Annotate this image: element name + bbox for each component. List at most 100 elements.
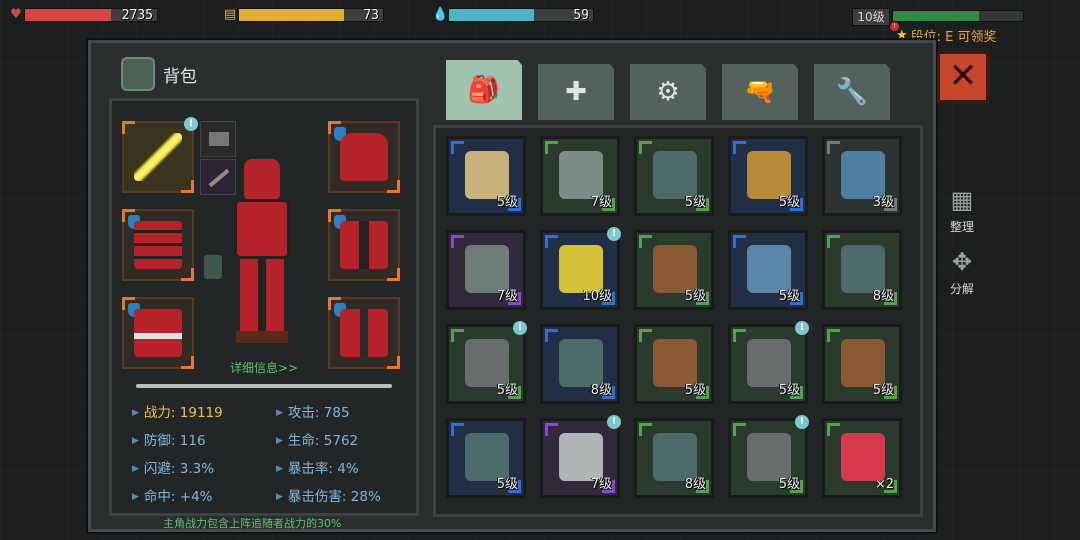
equip-slot-weapon[interactable]: ! [122,117,198,193]
item-level: 3级 [872,195,894,210]
inventory-slot[interactable]: 8级 [822,230,902,310]
stat-attack: 攻击: 785 [276,401,350,421]
new-badge: ! [184,117,198,131]
item-level: 8级 [872,289,894,304]
water-stat: 💧 59 [432,6,594,24]
sort-button[interactable]: ▦ 整理 [946,184,978,235]
sub-slot-pistol[interactable] [200,121,236,157]
tab-tools[interactable]: 🔧 [811,61,893,123]
hp-value: 2735 [121,8,153,23]
stat-crit-damage: 暴击伤害: 28% [276,485,381,505]
item-level: ×2 [874,477,894,492]
item-level: 5级 [496,477,518,492]
gauntlet-icon [134,221,182,269]
disassemble-label: 分解 [949,282,974,296]
food-icon: ▤ [223,7,237,22]
inventory-slot[interactable]: 5级 [728,136,808,216]
equip-slot-legs[interactable] [328,297,400,369]
water-value: 59 [573,8,589,23]
divider [136,384,392,388]
inventory-slot[interactable]: 5级 [446,136,526,216]
food-stat: ▤ 73 [222,6,384,24]
inventory-slot[interactable]: 5级 [728,230,808,310]
item-level: 5级 [872,383,894,398]
stat-hp: 生命: 5762 [276,429,358,449]
inventory-slot[interactable]: 10级! [540,227,621,310]
item-level: 7级 [496,289,518,304]
item-level: 5级 [684,289,706,304]
inventory-grid: 5级 7级 5级 5级 3级 7级 10级! 5级 5级 8级 5级! 8级 5级 5级! 5级 5级 7级! 8… [433,125,923,517]
water-bar: 59 [448,8,594,23]
tab-medical[interactable]: ✚ [535,61,617,123]
new-badge: ! [607,415,621,429]
helmet-icon [340,133,388,181]
inventory-slot[interactable]: 3级 [822,136,902,216]
hero-head [244,159,280,199]
hero-feet [236,331,288,343]
stat-defense: 防御: 116 [132,429,206,449]
inventory-slot[interactable]: 5级 [634,324,714,404]
hero-body [234,199,290,259]
pistol-icon [209,132,229,146]
item-level: 5级 [778,195,800,210]
greaves-icon [340,309,388,357]
new-badge: ! [795,415,809,429]
inventory-slot[interactable]: 7级! [540,415,621,498]
hp-bar: 2735 [24,8,158,23]
item-level: 7级 [590,477,612,492]
gun-icon: 🔫 [743,77,777,107]
medkit-icon: ✚ [565,77,587,107]
new-badge: ! [513,321,527,335]
juice-icon [841,433,885,481]
materials-icon: ⚙ [656,77,680,107]
notification-badge: ! [890,22,899,31]
disassemble-button[interactable]: ✥ 分解 [946,246,978,297]
close-button[interactable]: ✕ [937,51,989,103]
sort-label: 整理 [949,220,974,234]
tab-backpack[interactable]: 🎒 [443,57,525,123]
item-level: 5级 [684,195,706,210]
hero-legs [240,259,284,331]
item-level: 7级 [590,195,612,210]
backpack-icon [121,57,155,91]
item-level: 8级 [590,383,612,398]
inventory-slot[interactable]: 5级! [728,321,809,404]
item-level: 5级 [684,383,706,398]
equip-slot-boots[interactable] [122,297,194,369]
inventory-slot[interactable]: 5级 [822,324,902,404]
inventory-slot[interactable]: 5级 [446,418,526,498]
item-level: 5级 [496,195,518,210]
inventory-slot[interactable]: 5级! [446,321,527,404]
inventory-slot[interactable]: 5级 [634,230,714,310]
inventory-slot[interactable]: 5级! [728,415,809,498]
inventory-slot[interactable]: 7级 [540,136,620,216]
item-level: 8级 [684,477,706,492]
inventory-slot[interactable]: ×2 [822,418,902,498]
tab-weapons[interactable]: 🔫 [719,61,801,123]
heart-icon: ♥ [10,7,22,22]
inventory-slot[interactable]: 8级 [634,418,714,498]
hero-character [222,159,302,349]
equipment-area: ! 详细信息>> ▶ 战力: 19119 ▶ 攻击: 785 ▶ 防御: 116… [109,98,419,516]
stat-power: 战力: 19119 [132,401,223,421]
item-level: 5级 [778,289,800,304]
disassemble-icon: ✥ [951,248,973,276]
inventory-slot[interactable]: 5级 [634,136,714,216]
player-level: 10级 [852,8,890,26]
inventory-slot[interactable]: 7级 [446,230,526,310]
item-level: 5级 [778,477,800,492]
boots-icon [134,309,182,357]
inventory-slot[interactable]: 8级 [540,324,620,404]
wrench-icon: 🔧 [835,77,869,107]
equip-slot-helmet[interactable] [328,121,400,193]
backpack-panel: 背包 ! 详细信息>> ▶ 战力: 19119 ▶ 攻击: 785 ▶ 防御: … [88,40,989,532]
stat-hit: 命中: +4% [132,485,213,505]
water-drop-icon: 💧 [432,7,449,22]
exp-bar [892,10,1024,22]
item-level: 5级 [778,383,800,398]
tab-materials[interactable]: ⚙ [627,61,709,123]
new-badge: ! [607,227,621,241]
equip-slot-gloves[interactable] [122,209,194,281]
equip-slot-chest[interactable] [328,209,400,281]
detail-info-link[interactable]: 详细信息>> [230,359,298,376]
